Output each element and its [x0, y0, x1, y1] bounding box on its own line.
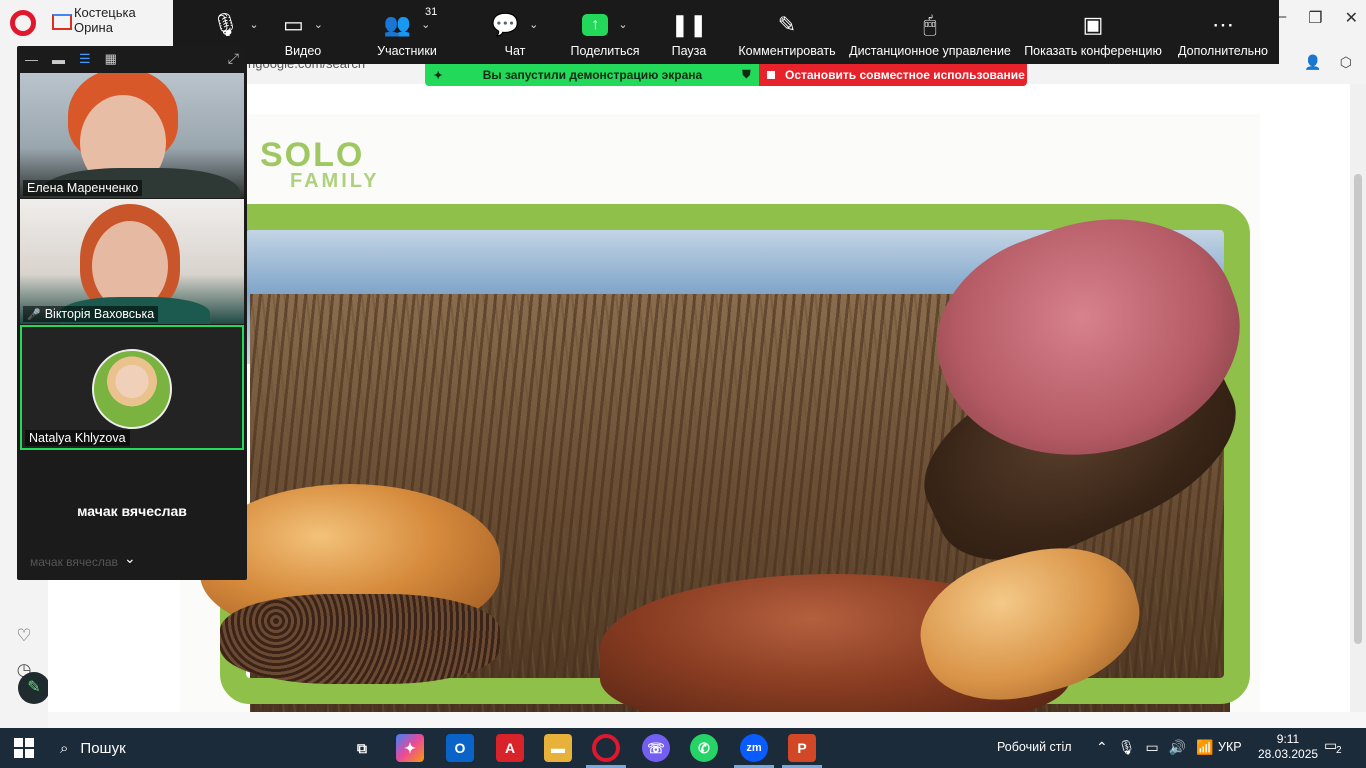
sharing-status-banner[interactable]: ✦ Вы запустили демонстрацию экрана ⛊ — [425, 64, 759, 86]
participant-tile[interactable]: 🎤 Вікторія Ваховська — [20, 199, 244, 324]
stop-share-button[interactable]: Остановить совместное использование — [759, 64, 1027, 86]
address-bar-icons: 👤 ⬡ — [1304, 54, 1352, 71]
search-icon: ⌕ — [60, 739, 69, 757]
participant-name: мачак вячеслав — [30, 555, 118, 569]
restore-icon[interactable]: ❐ — [1308, 8, 1322, 28]
file-explorer-icon[interactable]: ▬ — [544, 734, 572, 762]
viber-icon[interactable]: ☏ — [642, 734, 670, 762]
chevron-down-icon[interactable]: ⌄ — [249, 12, 258, 38]
user-icon[interactable]: 👤 — [1304, 54, 1321, 71]
muted-mic-icon: 🎤 — [27, 308, 41, 321]
outlook-icon[interactable]: O — [446, 734, 474, 762]
notification-count: 2 — [1336, 745, 1342, 756]
network-icon[interactable]: 📶 — [1196, 739, 1213, 756]
cube-icon[interactable]: ⬡ — [1340, 54, 1352, 71]
slide-logo-line2: FAMILY — [290, 170, 380, 192]
microphone-tray-icon[interactable]: 🎙 — [1118, 739, 1136, 756]
remote-control-button[interactable]: 🖱 Дистанционное управление — [849, 0, 1011, 64]
copilot-icon[interactable]: ✦ — [396, 734, 424, 762]
video-button[interactable]: ▭ ⌄ Видео — [273, 0, 333, 64]
close-icon[interactable]: ✕ — [1345, 8, 1358, 28]
video-camera-icon: ▭ — [282, 12, 304, 37]
participant-tile[interactable]: Елена Маренченко — [20, 73, 244, 198]
sharing-status-text: Вы запустили демонстрацию экрана — [482, 68, 703, 82]
chevron-down-icon[interactable]: ⌄ — [618, 12, 627, 38]
clock-time: 9:11 — [1276, 732, 1300, 746]
opera-taskbar-icon[interactable] — [592, 734, 620, 762]
share-screen-icon: ↑ — [582, 14, 609, 36]
chevron-down-icon[interactable]: ⌄ — [124, 550, 136, 567]
desktop-toolbar-label[interactable]: Робочий стіл — [997, 740, 1072, 754]
annotate-pen-icon: ✎ — [777, 12, 797, 37]
pause-icon: ❚❚ — [670, 12, 708, 37]
participants-button[interactable]: 31 👥 ⌄ Участники — [371, 0, 443, 64]
participants-video-panel: — ▬ ☰ ▦ ⤢ Елена Маренченко 🎤 Вікторія Вах… — [17, 46, 247, 580]
annotate-button[interactable]: ✎ Комментировать — [738, 0, 835, 64]
remote-control-mouse-icon: 🖱 — [923, 12, 937, 37]
windows-taskbar: ⌕ Пошук ⧉ ✦ O A ▬ ☏ ✆ zm P Робочий стіл … — [0, 728, 1366, 768]
windows-start-icon[interactable] — [14, 738, 34, 758]
avatar — [92, 349, 172, 429]
show-meeting-icon: ▣ — [1082, 12, 1104, 37]
more-icon: ⋯ — [1212, 12, 1234, 37]
pin-icon[interactable]: ✦ — [434, 69, 443, 82]
opera-logo-icon[interactable] — [10, 10, 36, 36]
taskbar-search-label: Пошук — [80, 739, 126, 757]
slide-seeds — [220, 594, 500, 684]
browser-tab[interactable]: Костецька Орина — [52, 5, 178, 35]
participants-icon: 👥 — [383, 12, 412, 37]
pause-button[interactable]: ❚❚ Пауза — [669, 0, 709, 64]
chevron-up-icon[interactable]: ⌃ — [1096, 739, 1108, 756]
system-tray-icons: ⌃ 🎙 ▭ 🔊 📶 — [1096, 739, 1214, 756]
participant-tile[interactable]: мачак вячеслав мачак вячеслав ⌄ — [20, 451, 244, 575]
participant-name: Natalya Khlyzova — [25, 430, 130, 446]
participant-name: 🎤 Вікторія Ваховська — [23, 306, 159, 322]
autocad-icon[interactable]: A — [496, 734, 524, 762]
chat-icon: 💬 — [491, 12, 520, 37]
chat-button[interactable]: 💬 ⌄ Чат — [491, 0, 539, 64]
language-indicator[interactable]: УКР — [1218, 740, 1242, 754]
scrollbar-thumb[interactable] — [1354, 174, 1362, 644]
show-meeting-button[interactable]: ▣ Показать конференцию — [1024, 0, 1162, 64]
clock-date: 28.03.2025 — [1258, 747, 1319, 761]
single-view-icon[interactable]: ▬ — [52, 52, 65, 67]
participants-count-badge: 31 — [425, 6, 438, 18]
edit-pencil-icon[interactable]: ✎ — [18, 672, 50, 704]
speaker-icon[interactable]: 🔊 — [1169, 739, 1186, 756]
browser-tab-title: Костецька Орина — [73, 5, 136, 35]
zoom-icon[interactable]: zm — [740, 734, 768, 762]
participant-tile-active-speaker[interactable]: Natalya Khlyzova — [20, 325, 244, 450]
whatsapp-icon[interactable]: ✆ — [690, 734, 718, 762]
minimize-panel-icon[interactable]: — — [25, 52, 38, 67]
strip-view-icon[interactable]: ☰ — [79, 51, 91, 67]
microphone-icon: 🎙 — [211, 12, 240, 37]
clock[interactable]: 9:11 28.03.2025 — [1258, 732, 1318, 762]
heart-icon[interactable]: ♡ — [14, 626, 34, 646]
share-button[interactable]: ↑ ⌄ Поделиться — [570, 0, 640, 64]
stop-share-label: Остановить совместное использование — [785, 68, 1025, 82]
shared-slide-image: SOLO FAMILY — [180, 114, 1260, 712]
battery-icon[interactable]: ▭ — [1146, 739, 1159, 756]
grid-view-icon[interactable]: ▦ — [105, 51, 117, 67]
notifications-icon[interactable]: ▭ 2 — [1324, 737, 1342, 756]
window-controls: — ❐ ✕ — [1270, 8, 1358, 28]
task-view-icon[interactable]: ⧉ — [348, 734, 376, 762]
vertical-scrollbar[interactable] — [1350, 84, 1366, 712]
horizontal-scrollbar[interactable] — [48, 712, 1366, 728]
taskbar-search[interactable]: ⌕ Пошук — [50, 728, 340, 768]
shield-check-icon: ⛊ — [742, 68, 751, 81]
stop-icon — [767, 71, 775, 79]
participant-name: Елена Маренченко — [23, 180, 143, 196]
chevron-down-icon[interactable]: ⌄ — [529, 12, 538, 38]
chevron-down-icon[interactable]: ⌄ — [314, 12, 323, 38]
more-button[interactable]: ⋯ Дополнительно — [1177, 0, 1269, 64]
panel-view-controls: — ▬ ☰ ▦ ⤢ — [17, 46, 247, 72]
powerpoint-icon[interactable]: P — [788, 734, 816, 762]
zoom-meeting-toolbar: 🎙 ⌄ ▭ ⌄ Видео 31 👥 ⌄ Участники 💬 ⌄ Чат ↑ ⌄ По… — [173, 0, 1279, 64]
participant-name-centered: мачак вячеслав — [77, 503, 187, 519]
gmail-icon — [52, 14, 72, 30]
expand-icon[interactable]: ⤢ — [228, 50, 239, 67]
